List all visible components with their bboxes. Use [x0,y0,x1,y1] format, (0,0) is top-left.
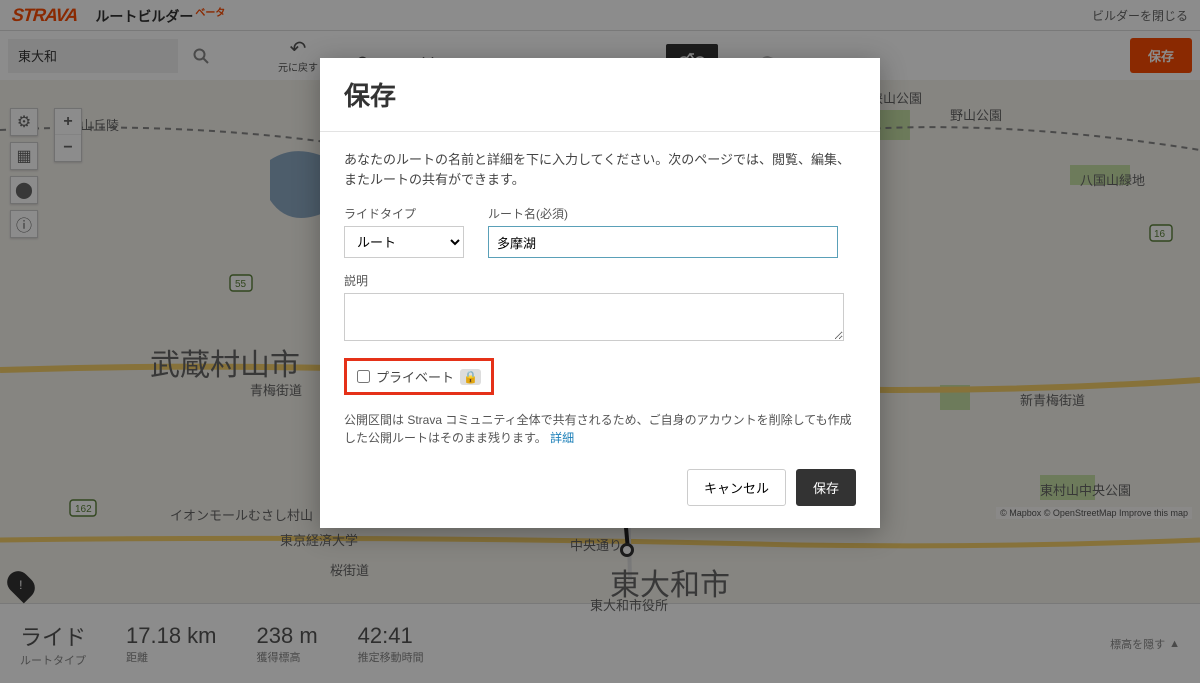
modal-title: 保存 [344,76,856,113]
modal-header: 保存 [320,58,880,132]
route-name-label: ルート名(必須) [488,205,838,222]
description-textarea[interactable] [344,293,844,341]
ride-type-label: ライドタイプ [344,205,464,222]
modal-overlay: 保存 あなたのルートの名前と詳細を下に入力してください。次のページでは、閲覧、編… [0,0,1200,683]
ride-type-field: ライドタイプ ルート [344,205,464,258]
route-name-field: ルート名(必須) [488,205,838,258]
lock-icon: 🔒 [460,369,481,385]
description-label: 説明 [344,272,856,289]
privacy-note-text: 公開区間は Strava コミュニティ全体で共有されるため、ご自身のアカウントを… [344,413,852,445]
private-label: プライベート [376,367,454,386]
modal-actions: キャンセル 保存 [344,469,856,506]
modal-save-button[interactable]: 保存 [796,469,856,506]
privacy-note-link[interactable]: 詳細 [550,431,574,445]
modal-description: あなたのルートの名前と詳細を下に入力してください。次のページでは、閲覧、編集、ま… [344,150,856,189]
private-checkbox[interactable] [357,370,370,383]
save-modal: 保存 あなたのルートの名前と詳細を下に入力してください。次のページでは、閲覧、編… [320,58,880,528]
route-name-input[interactable] [488,226,838,258]
ride-type-select[interactable]: ルート [344,226,464,258]
privacy-note: 公開区間は Strava コミュニティ全体で共有されるため、ご自身のアカウントを… [344,411,856,447]
modal-body: あなたのルートの名前と詳細を下に入力してください。次のページでは、閲覧、編集、ま… [320,132,880,528]
private-checkbox-wrap[interactable]: プライベート 🔒 [344,358,494,395]
cancel-button[interactable]: キャンセル [687,469,786,506]
